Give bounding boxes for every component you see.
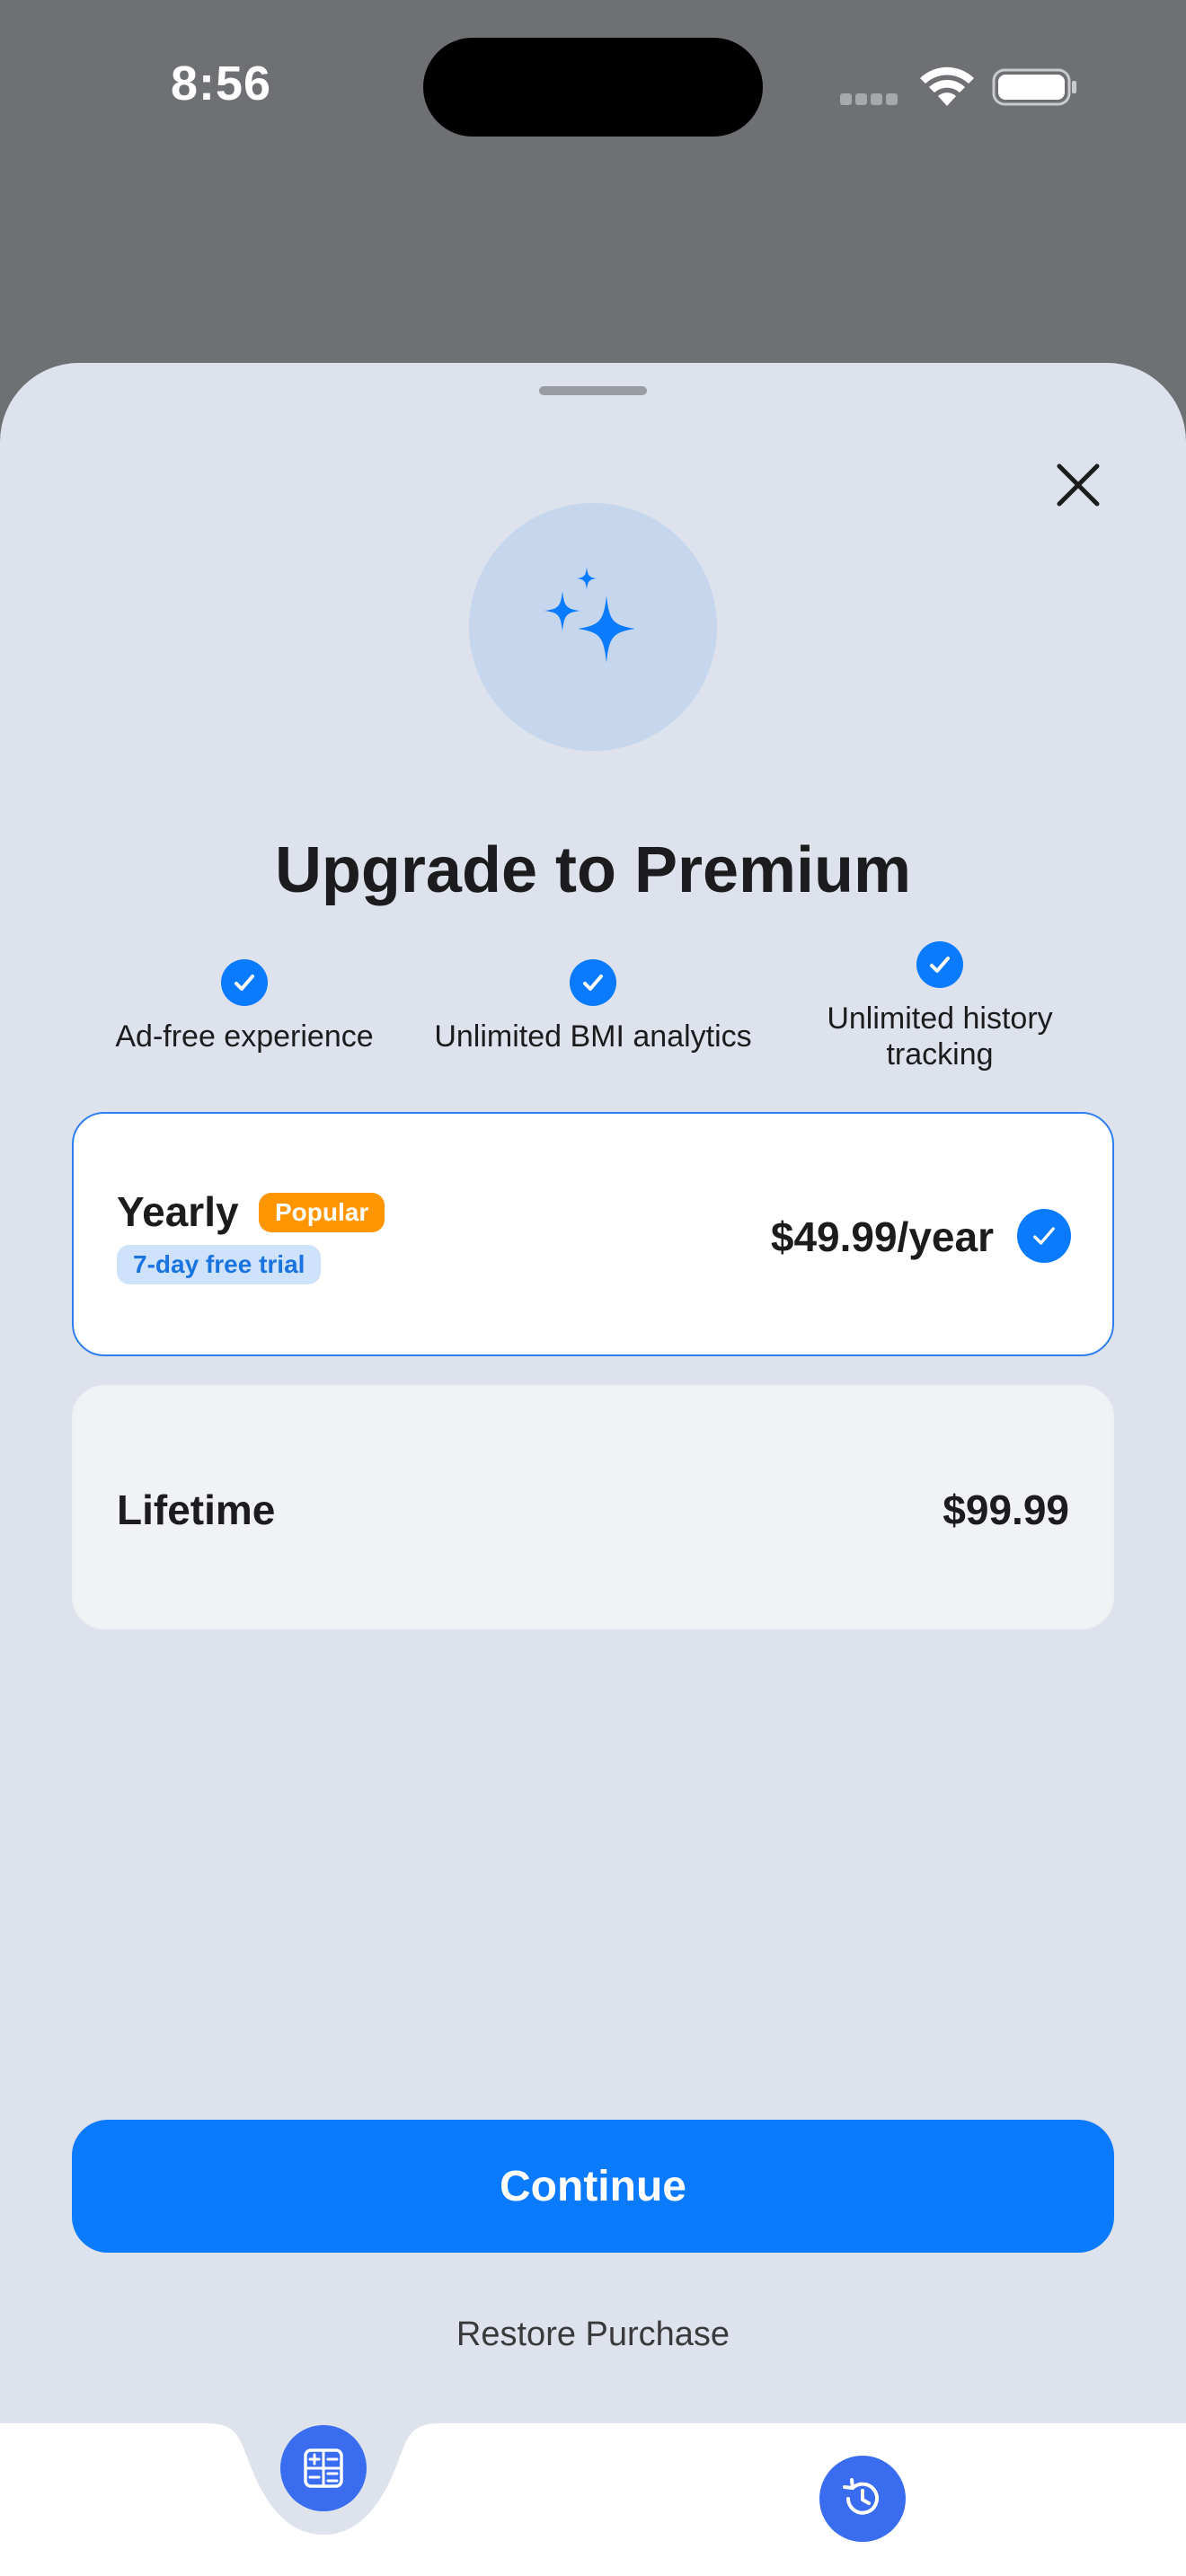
plan-name: Yearly	[117, 1188, 239, 1235]
feature-ad-free: Ad-free experience	[65, 959, 424, 1054]
tab-bar	[0, 2423, 1186, 2576]
dynamic-island	[423, 38, 763, 137]
feature-label: Unlimited history tracking	[827, 1001, 1053, 1072]
status-time: 8:56	[171, 57, 272, 110]
battery-icon	[992, 68, 1076, 106]
history-icon	[843, 2478, 879, 2515]
checkmark-icon	[221, 959, 268, 1006]
feature-bmi-analytics: Unlimited BMI analytics	[413, 959, 773, 1054]
paywall-title: Upgrade to Premium	[274, 834, 912, 906]
sparkles-icon	[544, 567, 635, 663]
plan-option-lifetime[interactable]: Lifetime $99.99	[72, 1385, 1114, 1629]
continue-button[interactable]: Continue	[72, 2120, 1114, 2253]
plan-name: Lifetime	[117, 1486, 276, 1533]
close-icon	[1057, 463, 1100, 507]
plan-option-yearly[interactable]: Yearly Popular 7-day free trial $49.99/y…	[72, 1112, 1114, 1356]
trial-badge: 7-day free trial	[117, 1245, 322, 1284]
checkmark-icon	[570, 959, 616, 1006]
tab-history[interactable]	[819, 2456, 906, 2542]
plan-price: $99.99	[943, 1486, 1069, 1533]
feature-label: Unlimited BMI analytics	[434, 1019, 752, 1054]
restore-purchase-link[interactable]: Restore Purchase	[0, 2316, 1186, 2354]
close-button[interactable]	[1042, 449, 1114, 521]
feature-label: Ad-free experience	[115, 1019, 374, 1054]
wifi-icon	[920, 66, 974, 106]
cellular-signal-icon	[840, 93, 903, 106]
feature-history-tracking: Unlimited history tracking	[778, 941, 1102, 1072]
tab-calculator[interactable]	[280, 2425, 367, 2511]
hero-badge	[469, 503, 717, 751]
checkmark-icon	[916, 941, 963, 988]
sheet-grabber[interactable]	[539, 386, 647, 395]
selected-checkmark-icon	[1017, 1209, 1071, 1263]
status-bar: 8:56	[0, 0, 1186, 171]
calculator-icon	[304, 2448, 343, 2488]
plan-price: $49.99/year	[770, 1213, 994, 1260]
paywall-sheet: Upgrade to Premium Ad-free experience Un…	[0, 363, 1186, 2576]
popular-badge: Popular	[259, 1193, 385, 1232]
